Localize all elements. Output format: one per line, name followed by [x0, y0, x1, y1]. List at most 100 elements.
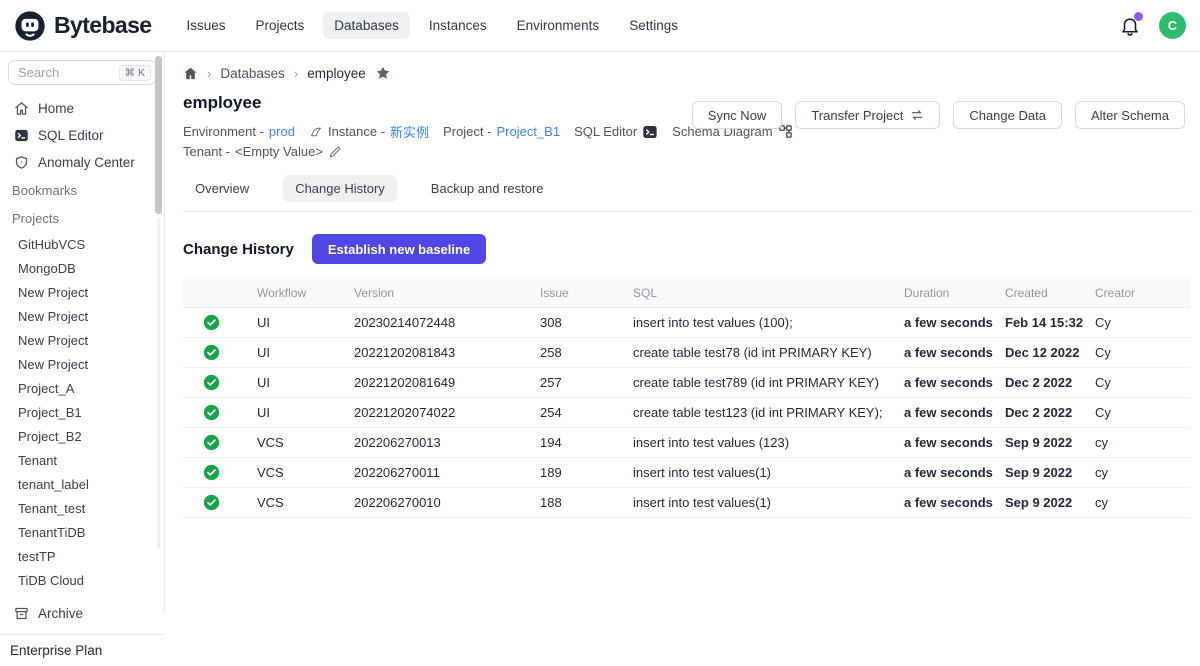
cell-created: Dec 2 2022: [993, 368, 1083, 398]
sql-editor-link[interactable]: SQL Editor: [574, 124, 658, 140]
sidebar-item-home[interactable]: Home: [0, 95, 164, 122]
status-done-icon: [183, 398, 245, 428]
sidebar-project-testtp[interactable]: testTP: [0, 544, 164, 568]
status-done-icon: [183, 308, 245, 338]
cell-issue[interactable]: 194: [528, 428, 621, 458]
col-status: [183, 279, 245, 308]
tab-overview[interactable]: Overview: [183, 175, 261, 202]
status-done-icon: [183, 338, 245, 368]
col-sql: SQL: [621, 279, 892, 308]
sidebar-scrollbar-thumb[interactable]: [155, 56, 162, 214]
status-done-icon: [183, 368, 245, 398]
nav-item-settings[interactable]: Settings: [618, 12, 689, 39]
sidebar-project-new-project-3[interactable]: New Project: [0, 328, 164, 352]
cell-workflow: VCS: [245, 458, 342, 488]
notification-badge: [1134, 12, 1143, 21]
sidebar-project-mongodb[interactable]: MongoDB: [0, 256, 164, 280]
change-data-button[interactable]: Change Data: [953, 101, 1062, 129]
cell-issue[interactable]: 257: [528, 368, 621, 398]
home-icon: [14, 101, 29, 116]
bookmarks-section-label[interactable]: Bookmarks: [0, 176, 164, 204]
alter-schema-label: Alter Schema: [1091, 108, 1169, 123]
sidebar-item-sql-editor[interactable]: SQL Editor: [0, 122, 164, 149]
instance-link[interactable]: 新实例: [390, 122, 429, 141]
archive-icon: [14, 606, 29, 621]
cell-creator: Cy: [1083, 398, 1191, 428]
cell-duration: a few seconds: [892, 338, 993, 368]
breadcrumb-separator: [207, 66, 211, 81]
sidebar-project-new-project-1[interactable]: New Project: [0, 280, 164, 304]
table-row[interactable]: VCS202206270010188insert into test value…: [183, 488, 1191, 518]
nav-item-projects[interactable]: Projects: [245, 12, 316, 39]
change-history-table: Workflow Version Issue SQL Duration Crea…: [183, 279, 1191, 518]
tenant-label: Tenant -: [183, 144, 230, 159]
projects-section-label[interactable]: Projects: [0, 204, 164, 232]
table-row[interactable]: UI20230214072448308insert into test valu…: [183, 308, 1191, 338]
database-header: employee Environment - prod Instance - 新…: [183, 93, 1193, 159]
table-row[interactable]: UI20221202081843258create table test78 (…: [183, 338, 1191, 368]
cell-sql: insert into test values (123): [621, 428, 892, 458]
breadcrumb-databases[interactable]: Databases: [220, 66, 285, 81]
tab-backup-and-restore[interactable]: Backup and restore: [419, 175, 556, 202]
sidebar-project-new-project-4[interactable]: New Project: [0, 352, 164, 376]
sidebar-project-tenant[interactable]: Tenant: [0, 448, 164, 472]
alter-schema-button[interactable]: Alter Schema: [1075, 101, 1185, 129]
sidebar-project-tenant-test[interactable]: Tenant_test: [0, 496, 164, 520]
transfer-project-button[interactable]: Transfer Project: [795, 101, 940, 129]
cell-duration: a few seconds: [892, 458, 993, 488]
sidebar-project-tidb-cloud[interactable]: TiDB Cloud: [0, 568, 164, 592]
sidebar-project-tenanttidb[interactable]: TenantTiDB: [0, 520, 164, 544]
cell-version: 20230214072448: [342, 308, 528, 338]
sidebar-project-project-a[interactable]: Project_A: [0, 376, 164, 400]
terminal-icon: [14, 128, 29, 143]
breadcrumb-separator: [294, 66, 298, 81]
table-row[interactable]: VCS202206270013194insert into test value…: [183, 428, 1191, 458]
terminal-icon: [642, 124, 658, 140]
cell-issue[interactable]: 258: [528, 338, 621, 368]
nav-item-instances[interactable]: Instances: [418, 12, 498, 39]
cell-version: 20221202081649: [342, 368, 528, 398]
cell-sql: insert into test values(1): [621, 458, 892, 488]
table-row[interactable]: UI20221202081649257create table test789 …: [183, 368, 1191, 398]
database-actions: Sync Now Transfer Project Change Data Al…: [692, 101, 1185, 129]
nav-item-databases[interactable]: Databases: [323, 12, 410, 39]
sidebar-project-project-b1[interactable]: Project_B1: [0, 400, 164, 424]
sidebar-project-new-project-2[interactable]: New Project: [0, 304, 164, 328]
project-link[interactable]: Project_B1: [496, 124, 560, 139]
table-row[interactable]: UI20221202074022254create table test123 …: [183, 398, 1191, 428]
project-meta: Project - Project_B1: [443, 124, 560, 139]
search-input[interactable]: Search ⌘ K: [8, 60, 156, 85]
bytebase-logo[interactable]: Bytebase: [14, 10, 151, 42]
environment-link[interactable]: prod: [269, 124, 295, 139]
bookmark-star-icon[interactable]: [375, 65, 391, 81]
sidebar-project-project-b2[interactable]: Project_B2: [0, 424, 164, 448]
col-creator: Creator: [1083, 279, 1191, 308]
user-avatar[interactable]: C: [1159, 12, 1186, 39]
nav-item-issues[interactable]: Issues: [175, 12, 236, 39]
sidebar-project-tenant-label[interactable]: tenant_label: [0, 472, 164, 496]
col-issue: Issue: [528, 279, 621, 308]
transfer-project-label: Transfer Project: [811, 108, 903, 123]
col-version: Version: [342, 279, 528, 308]
sql-editor-label: SQL Editor: [574, 124, 637, 139]
search-placeholder: Search: [18, 65, 119, 80]
sidebar-item-anomaly-center[interactable]: Anomaly Center: [0, 149, 164, 176]
cell-issue[interactable]: 188: [528, 488, 621, 518]
establish-baseline-button[interactable]: Establish new baseline: [312, 234, 486, 264]
cell-issue[interactable]: 254: [528, 398, 621, 428]
table-header: Workflow Version Issue SQL Duration Crea…: [183, 279, 1191, 308]
nav-item-environments[interactable]: Environments: [506, 12, 611, 39]
main-content: Databases employee employee Environment …: [165, 52, 1200, 613]
sidebar-item-archive[interactable]: Archive: [0, 600, 164, 627]
home-icon[interactable]: [183, 66, 198, 81]
cell-created: Sep 9 2022: [993, 428, 1083, 458]
cell-issue[interactable]: 308: [528, 308, 621, 338]
sync-now-button[interactable]: Sync Now: [692, 101, 783, 129]
sidebar-project-githubvcs[interactable]: GitHubVCS: [0, 232, 164, 256]
edit-pencil-icon[interactable]: [328, 145, 342, 159]
cell-issue[interactable]: 189: [528, 458, 621, 488]
search-shortcut-badge: ⌘ K: [119, 65, 151, 81]
table-row[interactable]: VCS202206270011189insert into test value…: [183, 458, 1191, 488]
tab-change-history[interactable]: Change History: [283, 175, 397, 202]
notification-bell-icon[interactable]: [1119, 15, 1141, 37]
